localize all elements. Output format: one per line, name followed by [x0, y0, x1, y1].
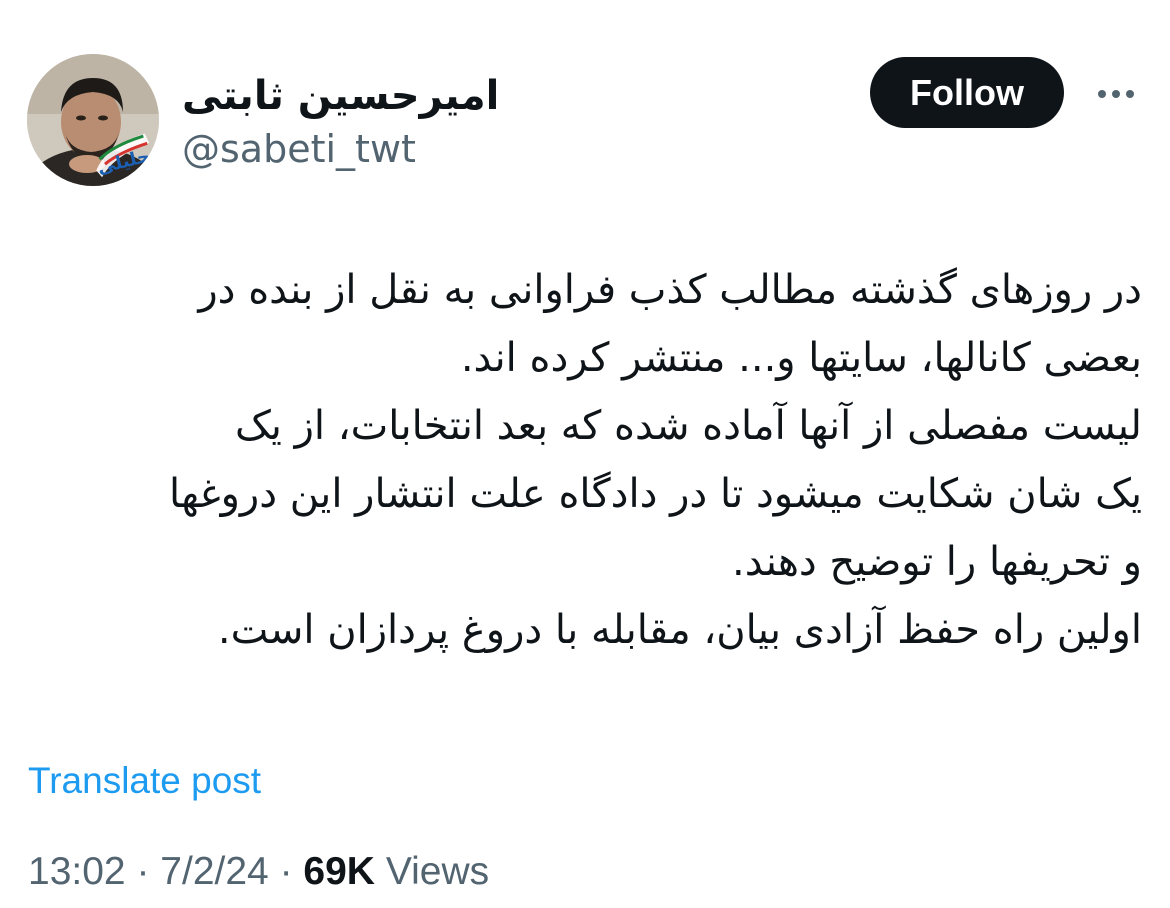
translate-post-link[interactable]: Translate post: [28, 756, 261, 806]
tweet-text-line: در روزهای گذشته مطالب کذب فراوانی به نقل…: [198, 267, 1142, 313]
follow-button[interactable]: Follow: [870, 57, 1064, 128]
more-dots-icon: [1098, 90, 1134, 98]
author-handle[interactable]: @sabeti_twt: [182, 124, 416, 174]
tweet-text-line: لیست مفصلی از آنها آماده شده که بعد انتخ…: [234, 403, 1142, 449]
tweet-text-line: بعضی کانالها، سایتها و... منتشر کرده اند…: [460, 335, 1142, 381]
tweet-text-line: یک شان شکایت میشود تا در دادگاه علت انتش…: [169, 471, 1142, 517]
meta-separator: ·: [279, 850, 293, 893]
tweet-text-line: و تحریفها را توضیح دهند.: [732, 539, 1142, 585]
author-avatar[interactable]: جلیلی: [27, 54, 159, 186]
tweet-time[interactable]: 13:02: [28, 850, 126, 893]
more-options-button[interactable]: [1088, 74, 1148, 114]
tweet-meta: 13:02 · 7/2/24 · 69K Views: [28, 846, 489, 898]
tweet-text-line: اولین راه حفظ آزادی بیان، مقابله با دروغ…: [217, 607, 1142, 653]
tweet-text: در روزهای گذشته مطالب کذب فراوانی به نقل…: [20, 256, 1142, 664]
meta-separator: ·: [136, 850, 150, 893]
views-count[interactable]: 69K: [303, 850, 375, 893]
author-display-name[interactable]: امیرحسین ثابتی: [182, 66, 499, 126]
views-label: Views: [385, 850, 490, 893]
tweet-date[interactable]: 7/2/24: [160, 850, 268, 893]
